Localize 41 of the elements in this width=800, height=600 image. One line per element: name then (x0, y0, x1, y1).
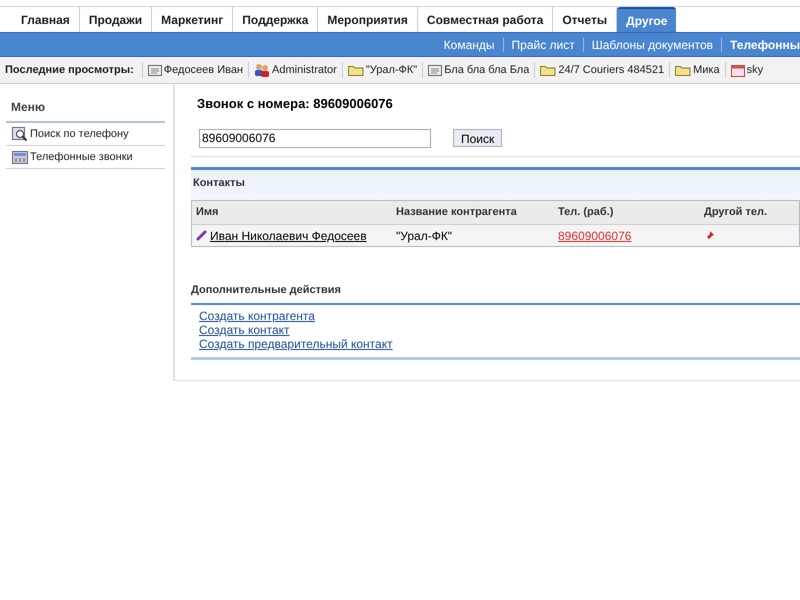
action-link[interactable]: Создать предварительный контакт (199, 336, 396, 350)
column-header: Тел. (раб.) (558, 205, 614, 220)
phone-icon (12, 150, 28, 164)
link-icon (196, 230, 207, 241)
folder-icon (540, 64, 556, 76)
recent-item[interactable]: Administrator (248, 62, 342, 78)
table-cell-text: "Урал-ФК" (396, 228, 454, 244)
phone-search-field[interactable]: 89609006076 (199, 128, 431, 148)
menu-item[interactable]: Телефонные звонки (6, 146, 165, 169)
recent-item[interactable]: Мика (669, 62, 725, 78)
recent-item[interactable]: Бла бла бла Бла (422, 62, 534, 78)
card-icon (148, 64, 162, 76)
menu-item[interactable]: Поиск по телефону (6, 123, 165, 146)
subnav-link[interactable]: Телефонны (730, 36, 800, 54)
column-header: Имя (196, 205, 220, 220)
search-button[interactable]: Поиск (453, 129, 502, 147)
section-title: Дополнительные действия (191, 283, 342, 298)
subnav-link[interactable]: Шаблоны документов (592, 36, 714, 54)
recent-label: Последние просмотры: (5, 62, 135, 78)
folder-icon (675, 64, 692, 76)
recent-item[interactable]: 24/7 Couriers 484521 (534, 62, 670, 78)
action-link[interactable]: Создать контакт (199, 322, 293, 336)
column-header: Другой тел. (704, 205, 768, 220)
users-icon (254, 63, 270, 77)
folder-icon (348, 64, 364, 76)
subnav-link[interactable]: Команды (444, 36, 495, 54)
contact-name-link[interactable]: Иван Николаевич Федосеев (210, 226, 367, 244)
recent-item[interactable]: sky (724, 62, 768, 78)
recent-item[interactable]: "Урал-ФК" (342, 62, 422, 78)
action-link[interactable]: Создать контрагента (199, 308, 318, 322)
calendar-icon (730, 64, 745, 76)
subnav-link[interactable]: Прайс лист (512, 36, 575, 54)
page-title: Звонок с номера: 89609006076 (196, 95, 394, 113)
column-header: Название контрагента (396, 205, 518, 220)
phone-link[interactable]: 89609006076 (558, 226, 704, 244)
recent-item[interactable]: Федосеев Иван (142, 62, 248, 78)
menu-title: Меню (6, 98, 165, 123)
nav-tab[interactable]: Другое (617, 7, 676, 32)
card-icon (428, 64, 442, 76)
search-icon (12, 127, 28, 141)
section-title: Контакты (192, 176, 246, 190)
